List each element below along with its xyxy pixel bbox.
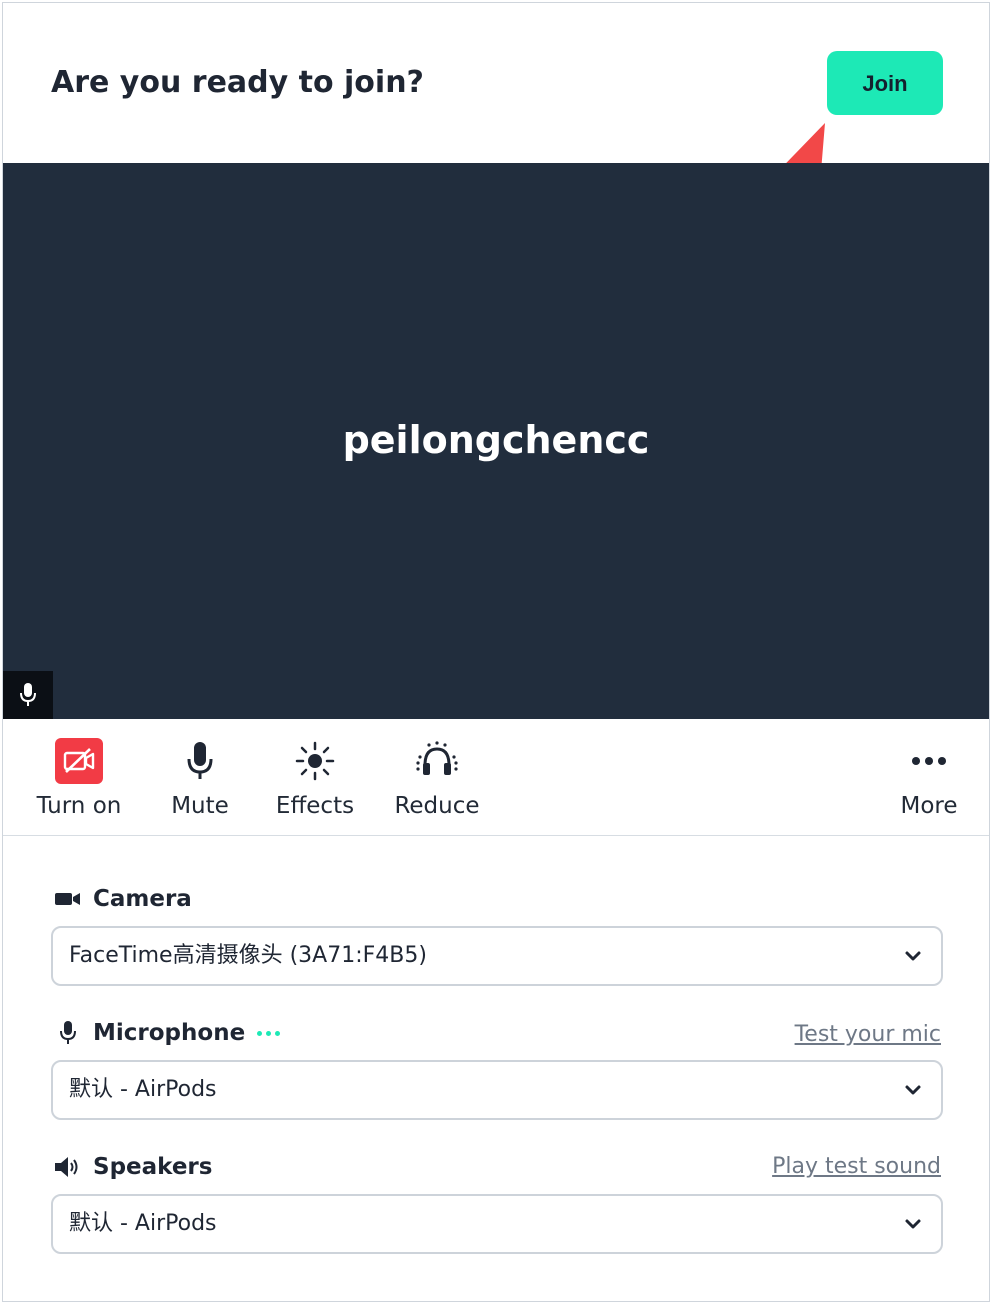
more-label: More <box>900 793 958 819</box>
more-dots-icon <box>912 757 946 765</box>
speakers-select-value: 默认 - AirPods <box>69 1211 217 1236</box>
sun-effects-icon <box>295 741 335 781</box>
media-toolbar: Turn on Mute Effects Reduce More <box>3 719 989 836</box>
headphones-noise-icon <box>416 741 458 775</box>
microphone-icon <box>187 742 213 779</box>
camera-select-value: FaceTime高清摄像头 (3A71:F4B5) <box>69 943 427 968</box>
microphone-label: Microphone <box>93 1020 246 1046</box>
speakers-label: Speakers <box>93 1154 213 1180</box>
microphone-icon <box>20 683 36 706</box>
video-camera-icon <box>55 893 80 905</box>
microphone-select[interactable]: 默认 - AirPods <box>51 1060 943 1120</box>
chevron-down-icon <box>905 1085 921 1095</box>
mic-level-indicator <box>257 1030 281 1036</box>
reduce-label: Reduce <box>394 793 480 819</box>
turn-on-label: Turn on <box>36 793 122 819</box>
join-dialog: Are you ready to join? Join peilongchenc… <box>2 2 990 1302</box>
speakers-section-label: Speakers <box>53 1154 212 1180</box>
effects-label: Effects <box>275 793 355 819</box>
video-preview: peilongchencc <box>3 163 989 719</box>
header: Are you ready to join? Join <box>3 3 991 323</box>
preview-display-name: peilongchencc <box>342 418 650 462</box>
chevron-down-icon <box>905 951 921 961</box>
test-mic-link[interactable]: Test your mic <box>795 1022 941 1047</box>
join-button[interactable]: Join <box>827 51 943 115</box>
turn-on-camera-button[interactable]: Turn on <box>19 737 139 819</box>
speaker-icon <box>55 1157 78 1177</box>
page-title: Are you ready to join? <box>51 65 424 100</box>
microphone-select-value: 默认 - AirPods <box>69 1077 217 1102</box>
microphone-section-label: Microphone <box>53 1020 281 1046</box>
more-options-button[interactable]: More <box>869 737 989 819</box>
mute-button[interactable]: Mute <box>140 737 260 819</box>
chevron-down-icon <box>905 1219 921 1229</box>
speakers-select[interactable]: 默认 - AirPods <box>51 1194 943 1254</box>
mute-label: Mute <box>171 793 229 819</box>
camera-off-icon <box>55 738 103 784</box>
camera-select[interactable]: FaceTime高清摄像头 (3A71:F4B5) <box>51 926 943 986</box>
camera-label: Camera <box>93 886 192 912</box>
microphone-icon <box>60 1021 76 1044</box>
camera-section-label: Camera <box>53 886 192 912</box>
effects-button[interactable]: Effects <box>255 737 375 819</box>
play-test-sound-link[interactable]: Play test sound <box>772 1154 941 1179</box>
mic-status-badge <box>3 671 53 719</box>
reduce-noise-button[interactable]: Reduce <box>377 737 497 819</box>
